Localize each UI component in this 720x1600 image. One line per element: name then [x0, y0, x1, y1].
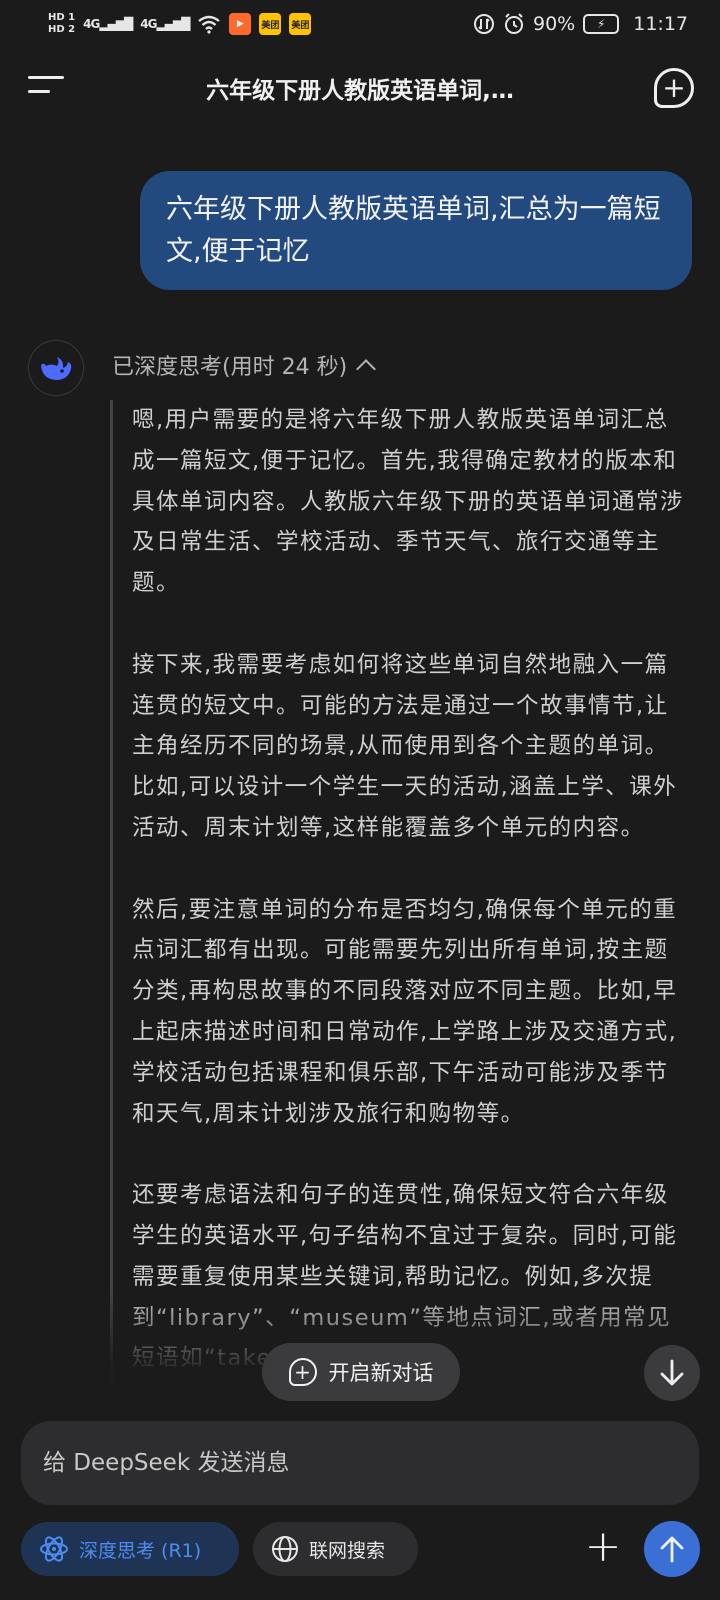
deep-think-toggle[interactable]: 深度思考 (R1): [21, 1522, 239, 1576]
new-conversation-button[interactable]: + 开启新对话: [262, 1343, 460, 1401]
signal-1-icon: 4G▂▄▆█: [83, 17, 133, 31]
deep-think-label: 深度思考 (R1): [79, 1539, 202, 1562]
signal-2-icon: 4G▂▄▆█: [140, 17, 190, 31]
chevron-up-icon: [356, 359, 377, 379]
thinking-paragraph: 然后,要注意单词的分布是否均匀,确保每个单元的重点词汇都有出现。可能需要先列出所…: [132, 896, 678, 1127]
globe-icon: [272, 1536, 298, 1562]
atom-icon: [40, 1536, 68, 1562]
data-saver-icon: [474, 14, 494, 34]
hd2-label: HD 2: [48, 24, 76, 35]
status-right: 90% ⚡ 11:17: [473, 13, 688, 35]
new-chat-small-icon: +: [288, 1358, 317, 1386]
kuaishou-app-icon: ▶: [229, 13, 252, 35]
arrow-up-icon: [660, 1536, 684, 1563]
app-header: 六年级下册人教版英语单词,… +: [0, 56, 720, 120]
send-button[interactable]: [644, 1521, 700, 1577]
conversation-title[interactable]: 六年级下册人教版英语单词,…: [206, 71, 514, 105]
thinking-paragraph: 接下来,我需要考虑如何将这些单词自然地融入一篇连贯的短文中。可能的方法是通过一个…: [132, 651, 678, 841]
alarm-icon: [505, 13, 523, 34]
deepseek-avatar: [28, 340, 84, 396]
status-left: HD 1 HD 2 4G▂▄▆█ 4G▂▄▆█ ▶ 美团 美团: [48, 12, 312, 36]
thinking-toggle[interactable]: 已深度思考(用时 24 秒): [112, 349, 377, 381]
message-input[interactable]: [21, 1421, 699, 1505]
hd1-label: HD 1: [48, 12, 76, 23]
arrow-down-icon: [660, 1359, 684, 1386]
status-bar: HD 1 HD 2 4G▂▄▆█ 4G▂▄▆█ ▶ 美团 美团 90% ⚡ 11…: [0, 0, 720, 48]
sim-indicator: HD 1 HD 2: [48, 12, 75, 36]
deepseek-whale-icon: [41, 357, 72, 380]
web-search-label: 联网搜索: [309, 1539, 386, 1562]
meituan-app-icon-2: 美团: [289, 13, 312, 35]
thinking-paragraph: 嗯,用户需要的是将六年级下册人教版英语单词汇总成一篇短文,便于记忆。首先,我得确…: [132, 407, 685, 597]
new-chat-icon[interactable]: +: [654, 68, 694, 108]
clock: 11:17: [633, 13, 688, 35]
scroll-to-bottom-button[interactable]: [644, 1345, 700, 1401]
battery-percent: 90%: [533, 13, 576, 35]
new-conversation-label: 开启新对话: [328, 1361, 434, 1385]
thinking-content: 嗯,用户需要的是将六年级下册人教版英语单词汇总成一篇短文,便于记忆。首先,我得确…: [110, 400, 700, 1390]
web-search-toggle[interactable]: 联网搜索: [253, 1522, 418, 1576]
thinking-label: 已深度思考(用时 24 秒): [112, 355, 348, 380]
battery-icon: ⚡: [583, 14, 620, 34]
user-message-bubble: 六年级下册人教版英语单词,汇总为一篇短文,便于记忆: [140, 171, 692, 290]
meituan-app-icon-1: 美团: [259, 13, 282, 35]
attach-plus-button[interactable]: +: [582, 1525, 624, 1569]
wifi-icon: [198, 15, 221, 34]
menu-icon[interactable]: [28, 76, 64, 100]
